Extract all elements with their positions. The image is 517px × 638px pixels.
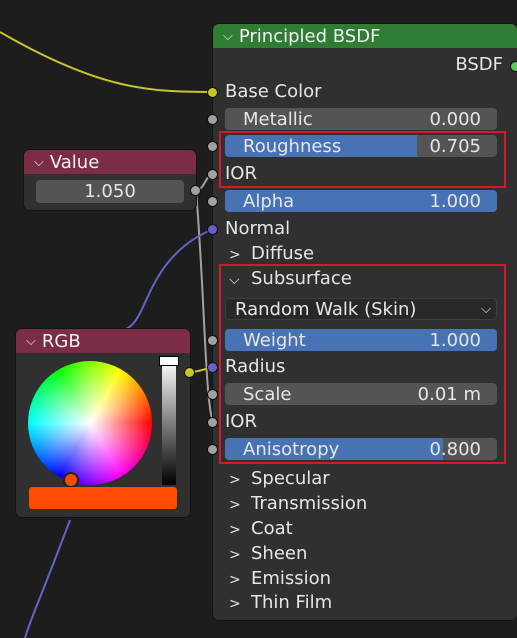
chevron-right-icon: > [229,596,241,612]
metallic-socket[interactable] [208,115,217,124]
panel-coat[interactable]: > Coat [229,518,293,539]
base-color-socket[interactable] [208,88,217,97]
subsurface-weight-socket[interactable] [208,336,217,345]
color-wheel-cursor[interactable] [65,474,77,486]
chevron-down-icon[interactable]: ⌵ [223,29,233,44]
principled-bsdf-header[interactable]: ⌵ Principled BSDF [213,24,517,48]
value-output-socket[interactable] [191,186,200,195]
subsurface-scale-socket[interactable] [208,390,217,399]
value-field-value: 1.050 [84,181,136,202]
panel-transmission-label: Transmission [251,493,368,514]
alpha-field[interactable]: Alpha 1.000 [225,190,497,212]
chevron-down-icon[interactable]: ⌵ [26,334,36,349]
chevron-down-icon[interactable]: ⌵ [34,155,44,170]
chevron-right-icon: > [229,547,241,563]
chevron-right-icon: > [229,472,241,488]
subsurface-ior-socket[interactable] [208,418,217,427]
chevron-right-icon: > [229,572,241,588]
panel-thin-film[interactable]: > Thin Film [229,592,332,613]
panel-sheen-label: Sheen [251,543,308,564]
rgb-node-header[interactable]: ⌵ RGB [16,329,190,353]
panel-specular[interactable]: > Specular [229,468,330,489]
alpha-value: 1.000 [429,190,481,212]
link-to-base-color [0,31,214,93]
metallic-value: 0.000 [429,108,481,130]
value-node-title: Value [49,151,100,173]
chevron-right-icon: > [229,522,241,538]
bsdf-output-label: BSDF [455,54,503,75]
link-normal-continued [24,519,71,638]
value-slider[interactable] [162,360,176,485]
roughness-socket[interactable] [208,142,217,151]
bsdf-output-socket[interactable] [511,62,517,71]
subsurface-anisotropy-socket[interactable] [208,445,217,454]
value-field[interactable]: 1.050 [36,180,184,203]
panel-diffuse[interactable]: > Diffuse [229,243,314,264]
node-title: Principled BSDF [238,25,381,47]
chevron-right-icon: > [229,497,241,513]
normal-socket[interactable] [208,225,217,234]
color-swatch[interactable] [29,487,177,509]
normal-label: Normal [225,218,291,239]
metallic-field[interactable]: Metallic 0.000 [225,108,497,130]
subsurface-highlight [219,264,506,464]
panel-thin-film-label: Thin Film [251,592,333,613]
panel-coat-label: Coat [251,518,293,539]
color-wheel[interactable] [28,361,152,485]
rgb-node-title: RGB [41,330,81,352]
chevron-right-icon: > [229,247,241,263]
panel-diffuse-label: Diffuse [251,243,315,264]
panel-emission-label: Emission [251,568,332,589]
rgb-output-socket[interactable] [185,368,194,377]
bsdf-output-row: BSDF [225,54,503,75]
alpha-socket[interactable] [208,197,217,206]
metallic-label: Metallic [243,108,313,130]
panel-sheen[interactable]: > Sheen [229,543,307,564]
value-node[interactable]: ⌵ Value 1.050 [24,150,200,210]
panel-transmission[interactable]: > Transmission [229,493,367,514]
value-node-header[interactable]: ⌵ Value [24,150,196,174]
subsurface-radius-socket[interactable] [208,363,217,372]
roughness-ior-highlight [219,131,506,188]
base-color-label: Base Color [225,81,322,102]
rgb-node[interactable]: ⌵ RGB [16,329,194,517]
alpha-label: Alpha [243,190,295,212]
panel-emission[interactable]: > Emission [229,568,331,589]
value-slider-handle[interactable] [160,357,178,365]
ior-socket[interactable] [208,170,217,179]
panel-specular-label: Specular [251,468,330,489]
